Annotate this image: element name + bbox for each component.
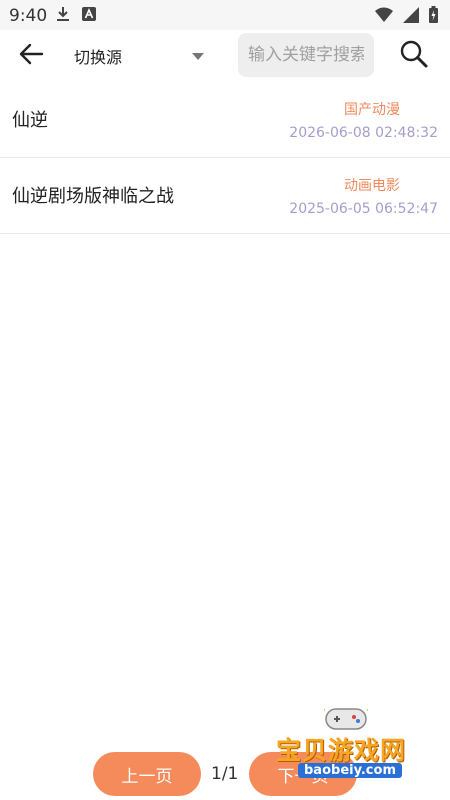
results-list: 仙逆 国产动漫 2026-06-08 02:48:32 仙逆剧场版神临之战 动画… (0, 82, 450, 234)
back-button[interactable] (18, 42, 52, 70)
arrow-left-icon (19, 43, 44, 65)
gamepad-icon (324, 707, 368, 730)
result-row[interactable]: 仙逆剧场版神临之战 动画电影 2025-06-05 06:52:47 (0, 158, 450, 234)
watermark-url: baobeiy.com (298, 763, 402, 778)
status-time: 9:40 (9, 6, 48, 26)
result-date: 2026-06-08 02:48:32 (289, 125, 438, 141)
app-notification-icon (82, 7, 96, 21)
result-category: 动画电影 (344, 178, 400, 194)
status-bar: 9:40 (0, 0, 450, 30)
result-title: 仙逆剧场版神临之战 (12, 186, 174, 207)
watermark-text: 宝贝游戏网 (276, 736, 407, 765)
page-indicator: 1/1 (211, 764, 239, 784)
source-switch-label: 切换源 (74, 48, 123, 67)
result-date: 2025-06-05 06:52:47 (289, 201, 438, 217)
battery-icon (429, 6, 438, 23)
wifi-icon (375, 7, 393, 22)
search-box[interactable] (238, 33, 374, 77)
cellular-signal-icon (403, 6, 419, 23)
result-row[interactable]: 仙逆 国产动漫 2026-06-08 02:48:32 (0, 82, 450, 158)
prev-page-button[interactable]: 上一页 (93, 752, 201, 796)
search-input[interactable] (238, 33, 374, 77)
search-button[interactable] (399, 39, 431, 71)
dropdown-triangle-icon (192, 53, 204, 60)
toolbar: 切换源 (0, 30, 450, 82)
download-icon (57, 7, 69, 21)
source-switch-select[interactable]: 切换源 (74, 40, 214, 72)
watermark: 宝贝游戏网 baobeiy.com (276, 705, 426, 785)
result-title: 仙逆 (12, 110, 48, 131)
result-category: 国产动漫 (344, 102, 400, 118)
magnifier-icon (400, 40, 428, 68)
